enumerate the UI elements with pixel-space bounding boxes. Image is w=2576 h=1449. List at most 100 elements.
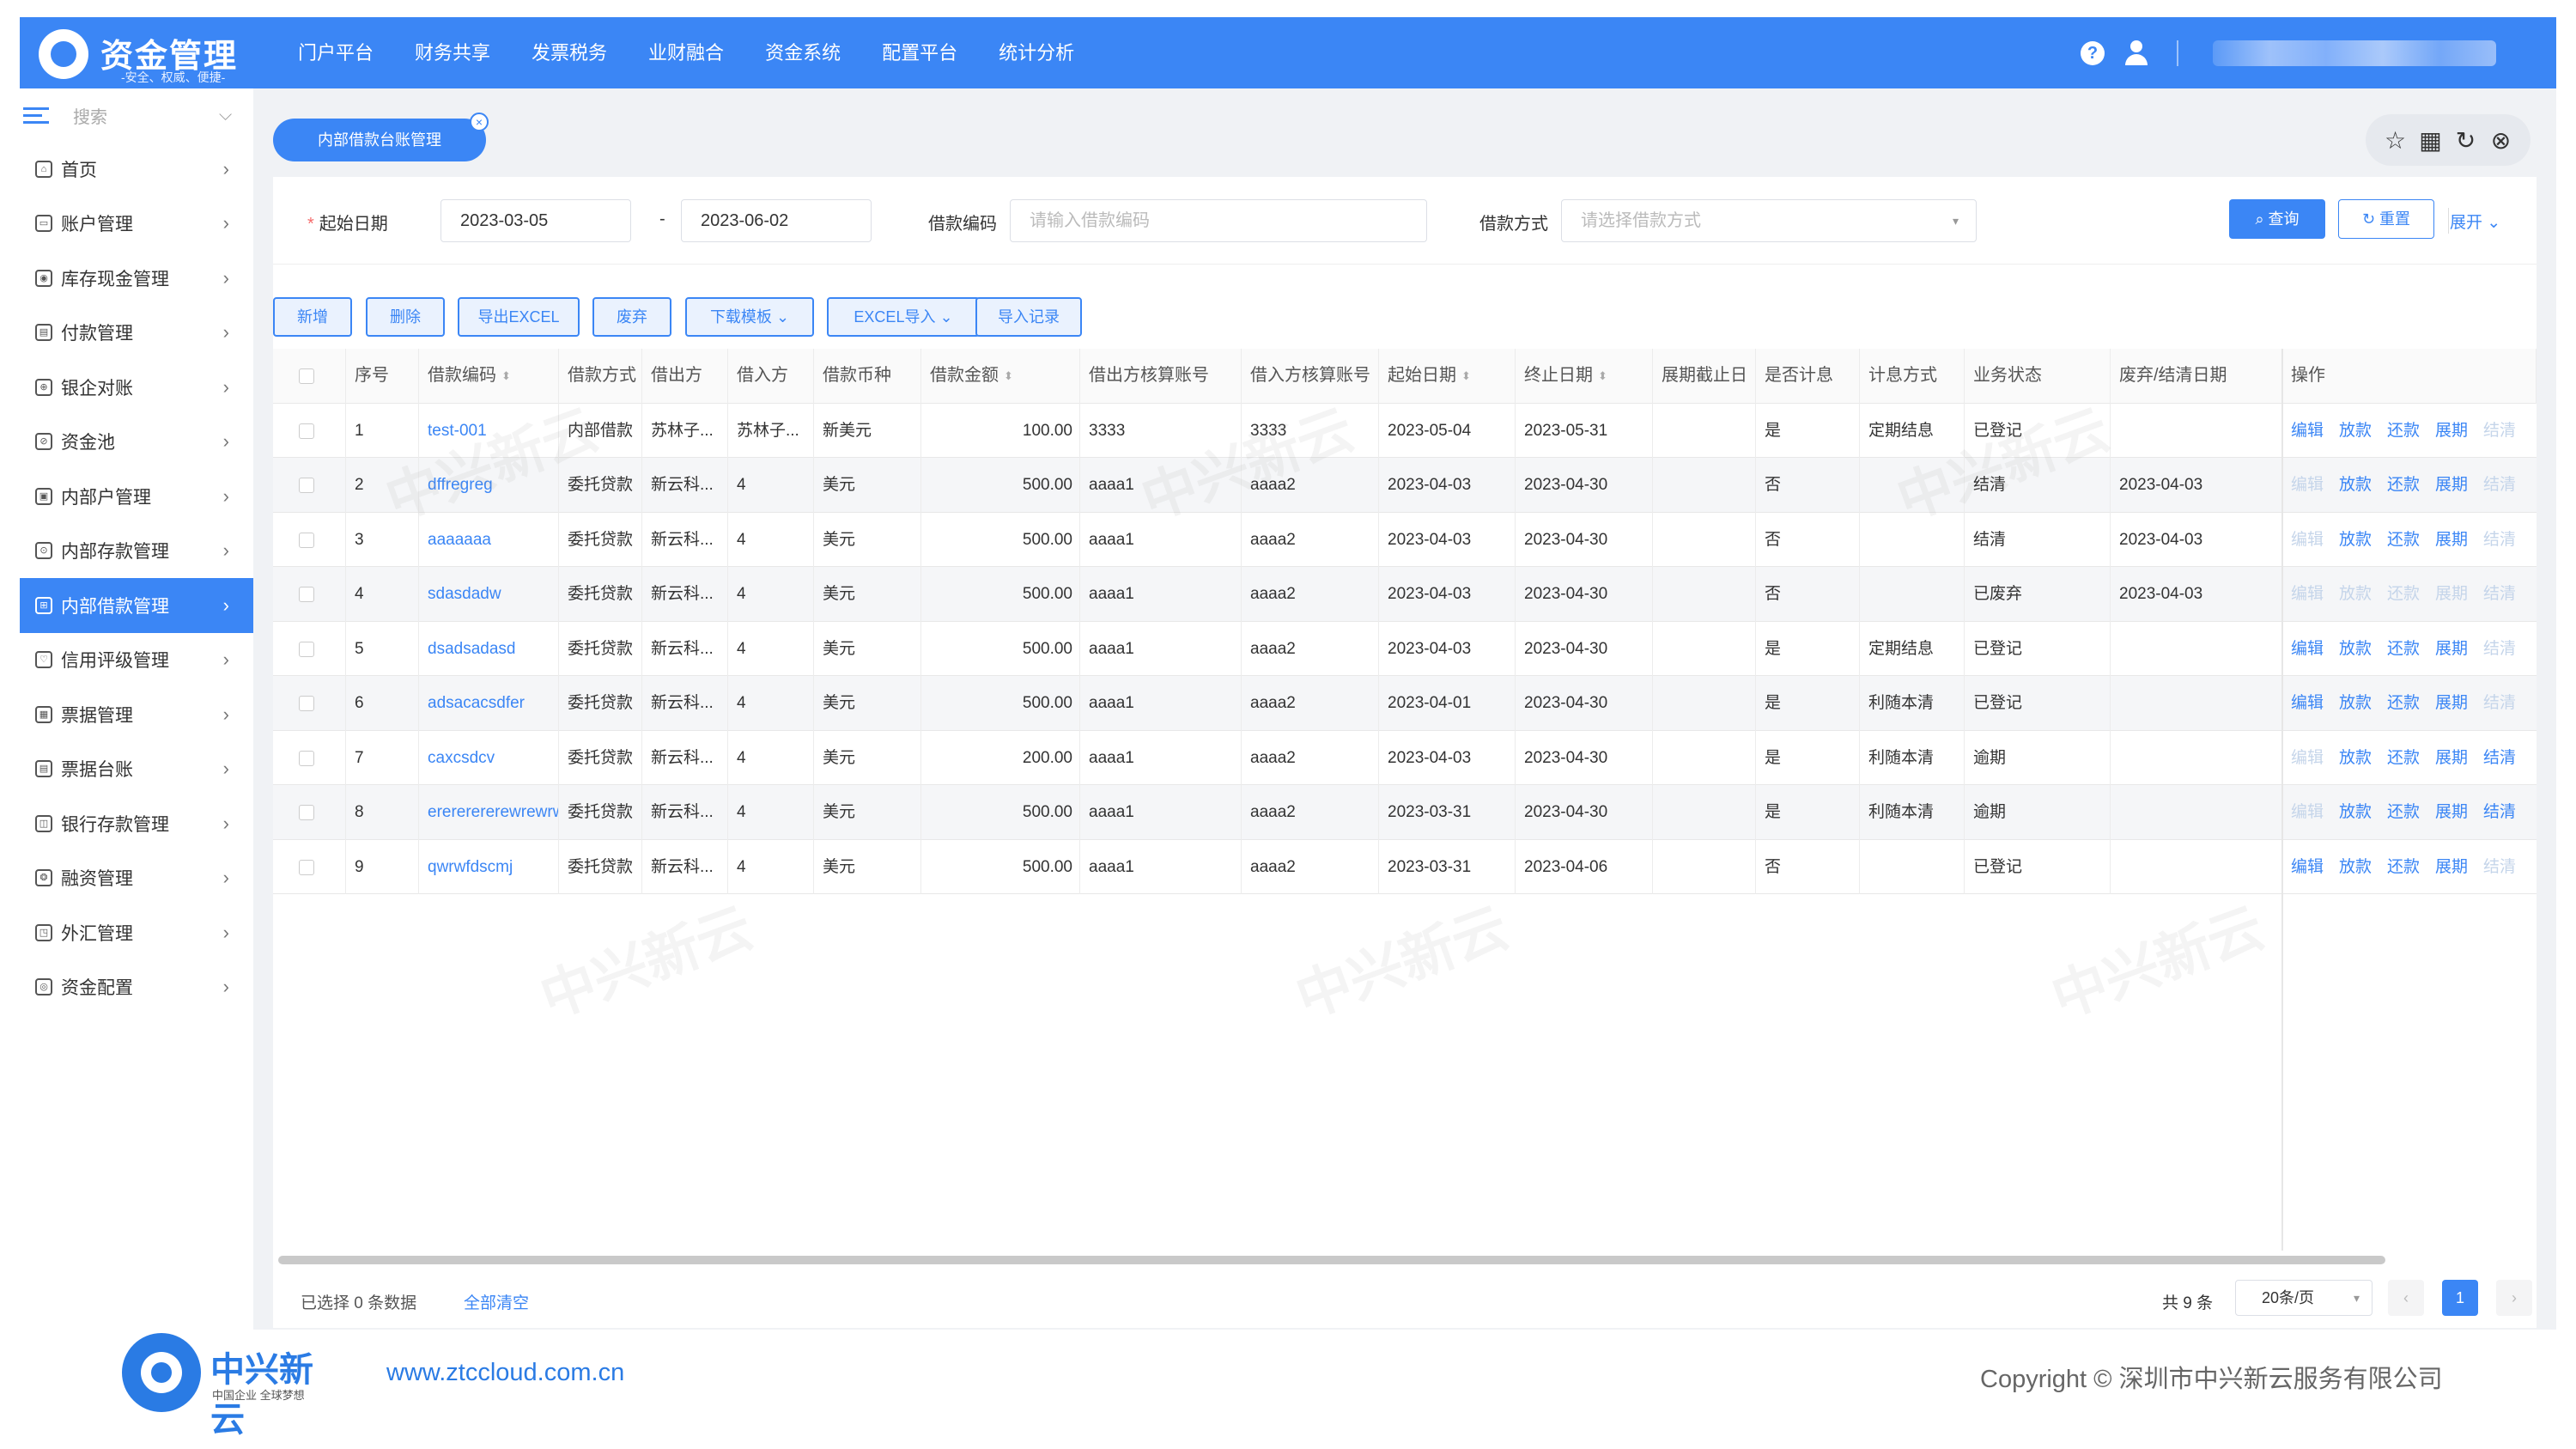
sort-icon[interactable]: ⬍ [1598,370,1607,381]
select-all-checkbox[interactable] [299,368,314,384]
sidebar-item-0[interactable]: ⌂ 首页 › [20,142,253,197]
sidebar-item-8[interactable]: ⊞ 内部借款管理 › [20,578,253,633]
sidebar-search[interactable]: 搜索 ⌵ [20,88,253,142]
import-records-button[interactable]: 导入记录 [975,297,1082,337]
menu-toggle-icon[interactable] [23,106,49,125]
prev-page-button[interactable]: ‹ [2388,1280,2424,1316]
start-date-from-input[interactable]: 2023-03-05 [440,199,631,242]
col-code[interactable]: test-001 [419,403,559,458]
row-checkbox[interactable] [299,750,314,766]
sidebar-item-2[interactable]: ◉ 库存现金管理 › [20,251,253,306]
sidebar-item-9[interactable]: ♡ 信用评级管理 › [20,633,253,688]
header-col-end[interactable]: 终止日期 ⬍ [1516,349,1653,404]
refresh-icon[interactable]: ↻ [2451,126,2481,155]
star-icon[interactable]: ☆ [2381,126,2410,155]
row-checkbox[interactable] [299,805,314,820]
page-size-select[interactable]: 20条/页 ▾ [2235,1280,2372,1316]
sidebar-item-10[interactable]: ▦ 票据管理 › [20,687,253,742]
discard-button[interactable]: 废弃 [592,297,671,337]
user-info[interactable] [2213,40,2496,66]
export-excel-button[interactable]: 导出EXCEL [458,297,580,337]
repay-link[interactable]: 还款 [2387,458,2420,513]
edit-link[interactable]: 编辑 [2291,840,2324,895]
sidebar-item-13[interactable]: ❂ 融资管理 › [20,851,253,906]
extend-link[interactable]: 展期 [2435,731,2468,786]
col-code[interactable]: dffregreg [419,458,559,513]
sidebar-item-14[interactable]: ◳ 外汇管理 › [20,905,253,960]
col-code[interactable]: qwrwfdscmj [419,839,559,894]
row-checkbox[interactable] [299,641,314,657]
help-icon[interactable]: ? [2081,40,2105,65]
disburse-link[interactable]: 放款 [2339,513,2372,568]
sidebar-item-3[interactable]: ▤ 付款管理 › [20,306,253,361]
col-code[interactable]: dsadsadasd [419,621,559,676]
row-checkbox[interactable] [299,478,314,493]
sidebar-item-11[interactable]: ▤ 票据台账 › [20,742,253,797]
sidebar-item-15[interactable]: ◎ 资金配置 › [20,960,253,1015]
settle-link[interactable]: 结清 [2483,731,2516,786]
row-checkbox[interactable] [299,587,314,602]
repay-link[interactable]: 还款 [2387,731,2420,786]
extend-link[interactable]: 展期 [2435,513,2468,568]
clear-all-link[interactable]: 全部清空 [464,1290,529,1313]
excel-import-button[interactable]: EXCEL导入 ⌄ [827,297,980,337]
sort-icon[interactable]: ⬍ [1461,370,1471,381]
table-row[interactable]: 5 dsadsadasd 委托贷款 新云科... 4 美元 500.00 aaaa1 aaaa2… [273,621,2537,677]
nav-fund-system[interactable]: 资金系统 [744,17,861,88]
nav-business-finance[interactable]: 业财融合 [628,17,744,88]
edit-link[interactable]: 编辑 [2291,404,2324,459]
row-checkbox[interactable] [299,696,314,711]
col-code[interactable]: caxcsdcv [419,730,559,785]
extend-link[interactable]: 展期 [2435,458,2468,513]
disburse-link[interactable]: 放款 [2339,622,2372,677]
table-row[interactable]: 4 sdasdadw 委托贷款 新云科... 4 美元 500.00 aaaa1 aaaa2 20… [273,567,2537,622]
nav-statistics[interactable]: 统计分析 [978,17,1095,88]
tab-close-icon[interactable]: × [470,113,489,131]
extend-link[interactable]: 展期 [2435,676,2468,731]
disburse-link[interactable]: 放款 [2339,676,2372,731]
col-code[interactable]: sdasdadw [419,567,559,622]
table-row[interactable]: 1 test-001 内部借款 苏林子... 苏林子... 新美元 100.00 3333 33… [273,403,2537,459]
disburse-link[interactable]: 放款 [2339,785,2372,840]
horizontal-scrollbar[interactable] [278,1256,2385,1264]
repay-link[interactable]: 还款 [2387,404,2420,459]
sidebar-item-4[interactable]: ⊕ 银企对账 › [20,360,253,415]
delete-button[interactable]: 删除 [366,297,445,337]
expand-toggle[interactable]: 展开 ⌄ [2450,210,2500,233]
extend-link[interactable]: 展期 [2435,404,2468,459]
sidebar-item-7[interactable]: ⊙ 内部存款管理 › [20,524,253,579]
nav-portal[interactable]: 门户平台 [277,17,394,88]
col-code[interactable]: adsacacsdfer [419,676,559,731]
nav-invoice-tax[interactable]: 发票税务 [511,17,628,88]
row-checkbox[interactable] [299,423,314,439]
grid-icon[interactable]: ▦ [2416,126,2445,155]
row-checkbox[interactable] [299,859,314,875]
download-template-button[interactable]: 下载模板 ⌄ [685,297,814,337]
table-row[interactable]: 8 erererererewrewrw 委托贷款 新云科... 4 美元 500.00 aaa… [273,785,2537,840]
table-row[interactable]: 3 aaaaaaa 委托贷款 新云科... 4 美元 500.00 aaaa1 aaaa2 202… [273,512,2537,568]
chevron-down-icon[interactable]: ⌵ [219,106,232,125]
table-row[interactable]: 7 caxcsdcv 委托贷款 新云科... 4 美元 200.00 aaaa1 aaaa2 20… [273,730,2537,786]
row-checkbox[interactable] [299,532,314,548]
table-row[interactable]: 9 qwrwfdscmj 委托贷款 新云科... 4 美元 500.00 aaaa1 aaaa2… [273,839,2537,895]
repay-link[interactable]: 还款 [2387,785,2420,840]
table-row[interactable]: 6 adsacacsdfer 委托贷款 新云科... 4 美元 500.00 aaaa1 aaa… [273,676,2537,731]
nav-config-platform[interactable]: 配置平台 [861,17,978,88]
nav-finance-share[interactable]: 财务共享 [394,17,511,88]
disburse-link[interactable]: 放款 [2339,404,2372,459]
disburse-link[interactable]: 放款 [2339,840,2372,895]
sidebar-item-1[interactable]: ▭ 账户管理 › [20,197,253,252]
query-button[interactable]: ⌕ 查询 [2229,199,2325,239]
extend-link[interactable]: 展期 [2435,622,2468,677]
extend-link[interactable]: 展期 [2435,785,2468,840]
start-date-to-input[interactable]: 2023-06-02 [681,199,872,242]
app-logo[interactable]: 资金管理 -安全、权威、便捷- [39,26,245,84]
settle-link[interactable]: 结清 [2483,785,2516,840]
col-code[interactable]: aaaaaaa [419,512,559,567]
header-col-amount[interactable]: 借款金额 ⬍ [921,349,1080,404]
edit-link[interactable]: 编辑 [2291,622,2324,677]
repay-link[interactable]: 还款 [2387,676,2420,731]
table-row[interactable]: 2 dffregreg 委托贷款 新云科... 4 美元 500.00 aaaa1 aaaa2 2… [273,458,2537,513]
disburse-link[interactable]: 放款 [2339,458,2372,513]
header-col-code[interactable]: 借款编码 ⬍ [419,349,559,404]
